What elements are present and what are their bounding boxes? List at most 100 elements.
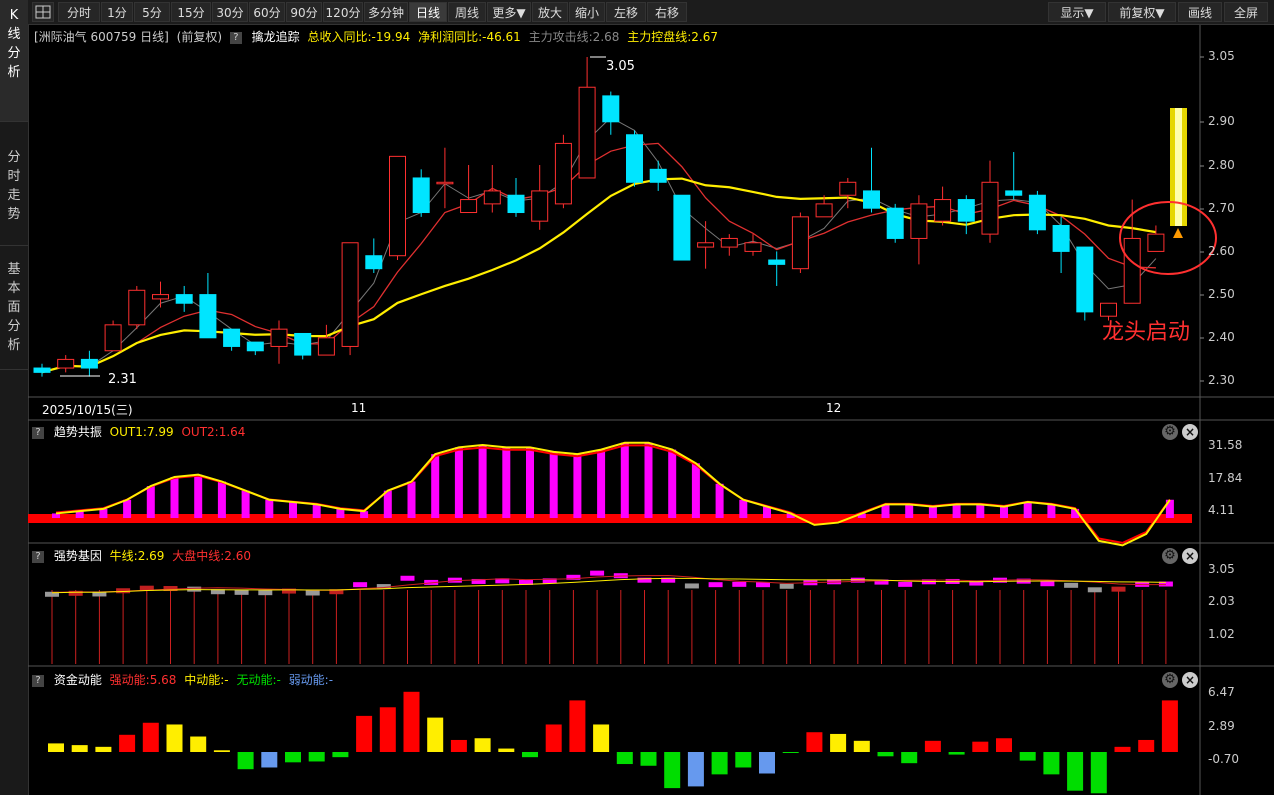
gene-block [590,570,605,576]
fund-bar [1138,739,1155,752]
candle [199,294,217,339]
main-y-label: 2.60 [1208,244,1235,258]
fund-bar [593,724,610,752]
trend-bar [597,449,606,518]
gene-block [1087,587,1102,593]
candle [246,341,264,352]
gene-y-label: 1.02 [1208,627,1235,641]
fund-bar [569,700,586,752]
candle [57,358,75,369]
fund-bar [71,745,88,752]
gene-block [708,582,723,588]
candle [223,328,241,347]
candle [341,242,359,347]
candle [294,332,312,356]
dragon-start-annotation: 龙头启动 [1102,320,1191,345]
candle [1076,246,1094,313]
trend-bar [289,502,297,518]
candle [365,255,383,270]
trend-bar [573,454,582,518]
candle [80,358,98,369]
candle [626,134,643,183]
candle [531,190,549,222]
gene-block [779,583,794,589]
candle [910,203,928,239]
candle [697,242,715,248]
candle [554,142,572,205]
fund-bar [1090,752,1107,794]
fund-bar [687,752,704,787]
fund-bar [924,740,941,752]
gene-block [258,590,273,596]
trend-bar [217,481,226,518]
trend-bar [502,447,511,518]
trend-bar [241,490,250,518]
candle [1147,233,1165,252]
candle [389,155,406,257]
fund-bar [522,752,538,758]
trend-bar [691,463,700,518]
trend-bar [312,504,321,518]
fund-bar [640,752,657,766]
gene-block [1064,582,1079,588]
fund-y-label: 2.89 [1208,719,1235,733]
fund-bar [996,738,1012,752]
gene-y-label: 2.03 [1208,594,1235,608]
gene-y-label: 3.05 [1208,562,1235,576]
candle [104,324,122,352]
trend-bar [644,442,653,518]
fund-bar [237,752,254,770]
fund-bar [474,738,491,752]
trend-base-bar [28,514,1192,523]
gene-block [1111,586,1126,592]
gene-block [305,590,320,596]
fund-bar [1114,746,1131,752]
candle [673,194,691,261]
kline-chart[interactable] [0,0,1274,795]
high-price-label: 3.05 [606,59,635,74]
fund-bar [1161,700,1178,752]
fund-bar [1067,752,1084,791]
fund-bar [782,752,799,753]
fund-bar [213,750,230,752]
fund-y-label: 6.47 [1208,685,1235,699]
rocket-icon [1173,228,1183,238]
trend-bar [905,504,914,518]
gene-block [684,583,699,589]
candle [1005,190,1023,196]
candle [839,181,857,196]
main-y-label: 2.90 [1208,114,1235,128]
fund-bar [403,691,420,752]
trend-bar [360,511,369,518]
candle [152,294,169,300]
fund-bar [285,752,301,763]
trend-bar [383,490,392,518]
fund-bar [1019,752,1036,761]
candle [957,199,975,222]
trend-bar [1023,502,1032,518]
candle [791,216,809,270]
candle [602,95,620,123]
fund-bar [166,724,183,752]
main-y-label: 3.05 [1208,49,1235,63]
fund-bar [142,722,159,752]
fund-bar [901,752,918,764]
gene-block [234,589,249,595]
candle [128,289,146,326]
candle [863,190,880,209]
main-y-label: 2.40 [1208,330,1235,344]
main-y-label: 2.80 [1208,158,1235,172]
fund-bar [119,734,136,752]
fund-bar [972,741,989,752]
trend-bar [526,447,534,518]
fund-bar [261,752,278,768]
trend-bar [407,481,416,518]
candle [270,328,288,347]
candle [483,190,501,205]
candle [768,259,786,265]
fund-bar [190,736,207,752]
main-y-label: 2.30 [1208,373,1235,387]
candle [934,199,952,222]
fund-bar [806,732,823,752]
trend-bar [99,508,108,518]
